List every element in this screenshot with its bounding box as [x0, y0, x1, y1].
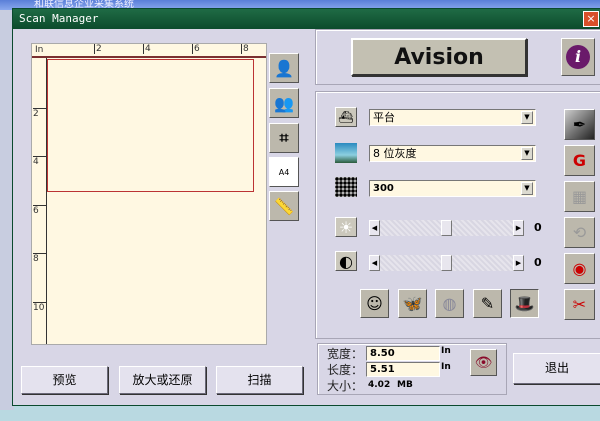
contrast-value: 0	[534, 256, 542, 269]
left-ruler: 2 4 6 8 10	[32, 58, 47, 344]
height-input[interactable]: 5.51	[366, 362, 440, 377]
scan-selection-frame[interactable]	[47, 59, 254, 192]
zoom-toggle-button[interactable]: 放大或还原	[119, 366, 206, 394]
halftone-icon	[335, 177, 357, 197]
info-icon: i	[566, 45, 590, 69]
preview-area[interactable]: In 2 4 6 8 2 4 6 8 10	[31, 43, 267, 345]
contrast-slider[interactable]: ◀ ▶	[369, 255, 524, 271]
color-mode-select[interactable]: 8 位灰度 ▼	[369, 145, 536, 162]
flatbed-icon: ⛴	[335, 107, 357, 127]
brightness-icon: ☀	[335, 217, 357, 237]
portrait-icon[interactable]: 👤	[269, 53, 299, 83]
faces-icon[interactable]: ☺	[360, 289, 389, 318]
chevron-down-icon[interactable]: ▼	[521, 147, 533, 160]
gamma-curve-icon[interactable]: G	[564, 145, 595, 176]
exit-button[interactable]: 退出	[513, 353, 600, 384]
brightness-value: 0	[534, 221, 542, 234]
ruler-tick: 4	[143, 44, 151, 54]
chevron-down-icon[interactable]: ▼	[521, 111, 533, 124]
preview-button[interactable]: 预览	[21, 366, 108, 394]
multi-portrait-icon[interactable]: 👥	[269, 88, 299, 118]
ruler-icon[interactable]: 📏	[269, 191, 299, 221]
resolution-value: 300	[373, 183, 394, 194]
image-type-icon	[335, 143, 357, 163]
contrast-slider-thumb[interactable]	[441, 255, 452, 271]
width-input[interactable]: 8.50	[366, 346, 440, 361]
ruler-unit: In	[35, 45, 44, 55]
brightness-slider[interactable]: ◀ ▶	[369, 220, 524, 236]
rotate-icon[interactable]: ⟲	[564, 217, 595, 248]
ruler-tick: 2	[94, 44, 102, 54]
width-label: 宽度：	[327, 347, 364, 361]
avision-button[interactable]: Avision	[351, 38, 527, 76]
slider-right-arrow[interactable]: ▶	[513, 255, 524, 271]
chevron-down-icon[interactable]: ▼	[521, 182, 533, 195]
filter-icon[interactable]: ▦	[564, 181, 595, 212]
ruler-tick: 4	[33, 156, 46, 167]
eyedropper-icon[interactable]: ✎	[473, 289, 502, 318]
view-eye-icon[interactable]: 👁	[470, 349, 497, 376]
title-bar[interactable]: Scan Manager	[13, 9, 600, 29]
info-button[interactable]: i	[561, 38, 595, 76]
size-label: 大小：	[327, 379, 364, 393]
window-title: Scan Manager	[19, 12, 99, 25]
tools-knife-icon[interactable]: ✂	[564, 289, 595, 320]
ruler-tick: 6	[33, 205, 46, 216]
slider-left-arrow[interactable]: ◀	[369, 220, 380, 236]
width-unit: In	[441, 346, 451, 356]
height-label: 长度：	[327, 363, 364, 377]
slider-right-arrow[interactable]: ▶	[513, 220, 524, 236]
size-unit: MB	[397, 380, 413, 390]
close-button[interactable]: ×	[583, 11, 599, 27]
butterfly-icon[interactable]: 🦋	[398, 289, 427, 318]
descreen-icon[interactable]: ◍	[435, 289, 464, 318]
magic-hat-icon[interactable]: 🎩	[510, 289, 539, 318]
scan-button[interactable]: 扫描	[216, 366, 303, 394]
color-eye-icon[interactable]: ◉	[564, 253, 595, 284]
height-unit: In	[441, 362, 451, 372]
ruler-tick: 10	[33, 302, 46, 313]
paper-size-icon[interactable]: A4	[269, 157, 299, 187]
source-value: 平台	[373, 111, 395, 124]
resolution-select[interactable]: 300 ▼	[369, 180, 536, 197]
top-ruler: In 2 4 6 8	[32, 44, 266, 58]
scan-manager-window: Scan Manager × In 2 4 6 8 2 4 6 8 10 👤 👥…	[12, 8, 600, 406]
color-dropper-icon[interactable]: ✒	[564, 109, 595, 140]
source-select[interactable]: 平台 ▼	[369, 109, 536, 126]
size-value: 4.02	[368, 380, 391, 390]
color-mode-value: 8 位灰度	[373, 147, 417, 160]
slider-left-arrow[interactable]: ◀	[369, 255, 380, 271]
ruler-tick: 8	[33, 253, 46, 264]
brightness-slider-thumb[interactable]	[441, 220, 452, 236]
contrast-icon: ◐	[335, 251, 357, 271]
ruler-tick: 2	[33, 108, 46, 119]
ruler-tick: 8	[241, 44, 249, 54]
ruler-tick: 6	[192, 44, 200, 54]
crop-icon[interactable]: ⌗	[269, 123, 299, 153]
